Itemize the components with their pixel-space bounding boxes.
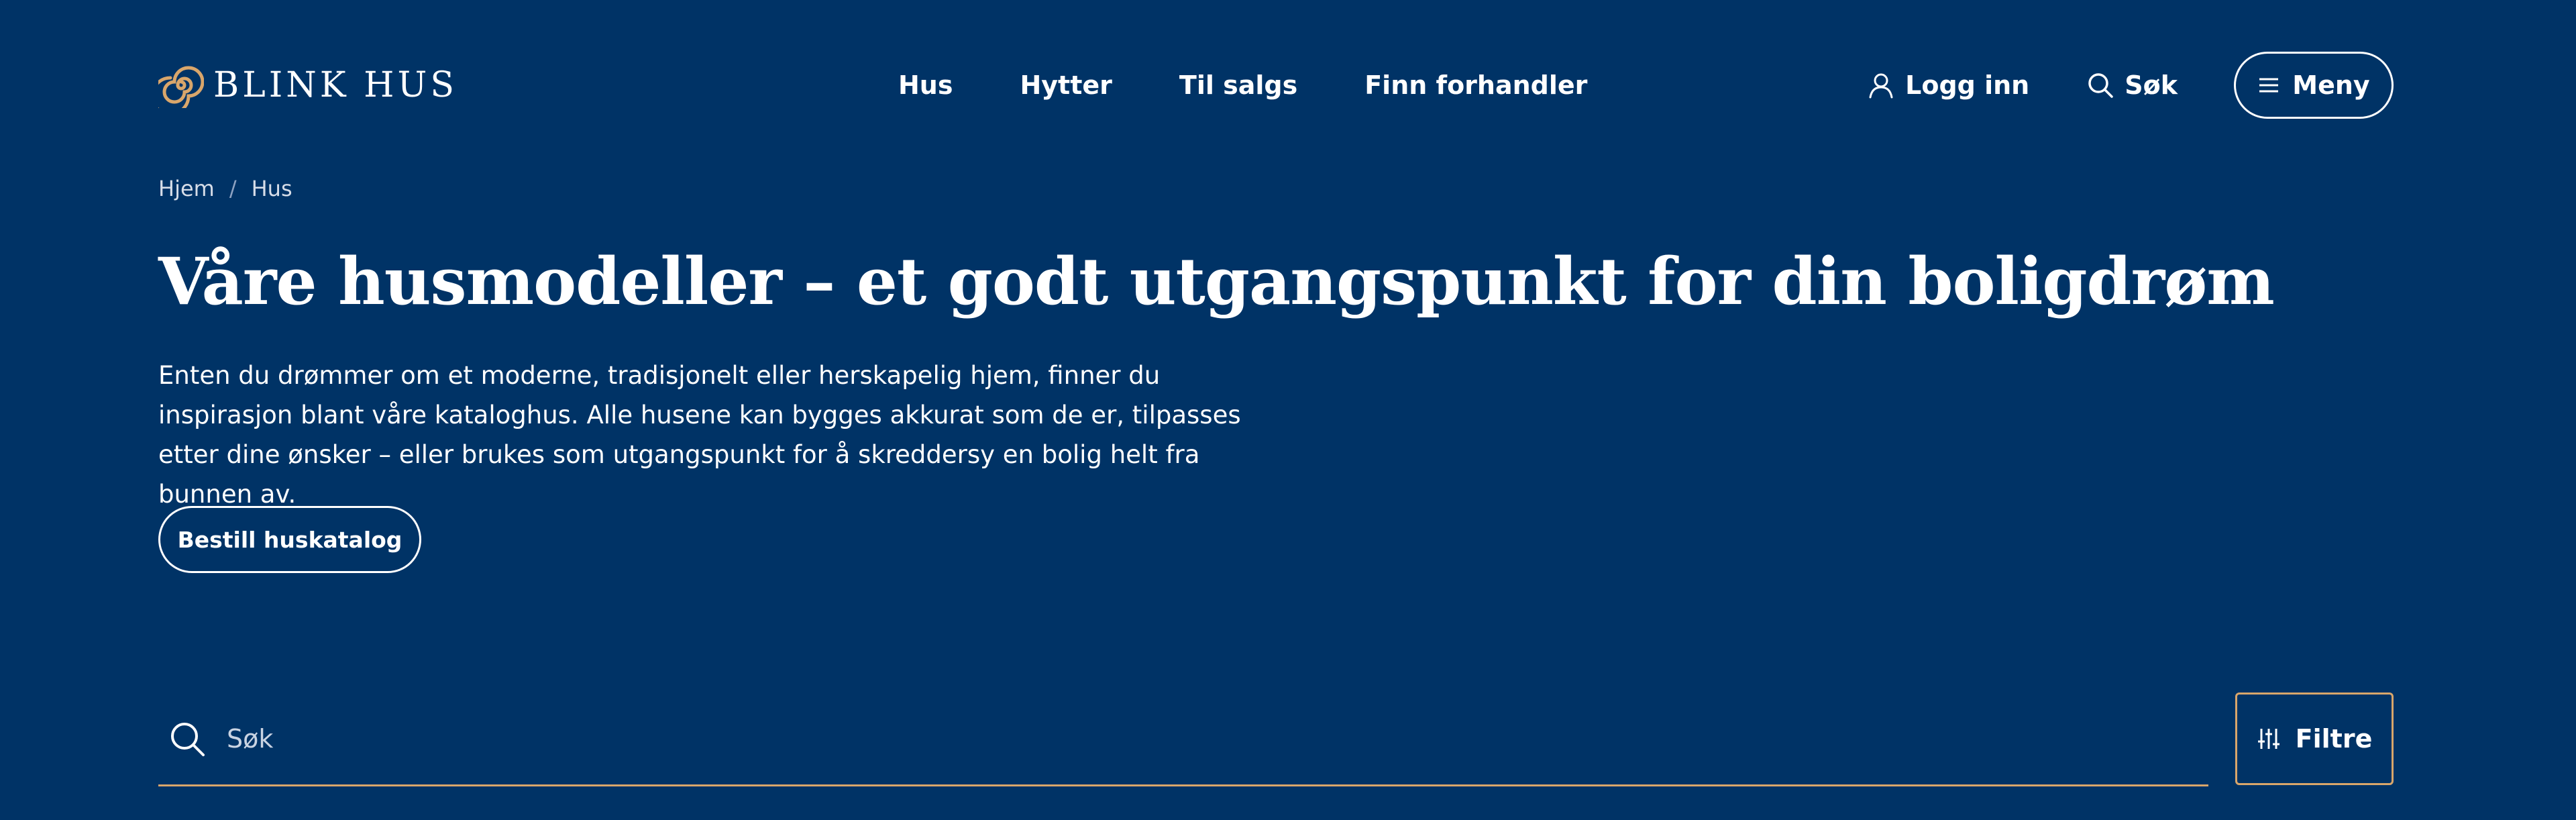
logo[interactable]: BLINK HUS <box>158 60 458 111</box>
nav-item-finn-forhandler[interactable]: Finn forhandler <box>1364 70 1587 100</box>
filter-label: Filtre <box>2295 724 2373 754</box>
login-label: Logg inn <box>1905 70 2030 100</box>
breadcrumb-separator: / <box>229 176 237 201</box>
search-label: Søk <box>2125 70 2178 100</box>
nav-item-til-salgs[interactable]: Til salgs <box>1179 70 1297 100</box>
nav-item-hytter[interactable]: Hytter <box>1020 70 1112 100</box>
brand-name: BLINK HUS <box>213 65 458 105</box>
sliders-icon <box>2257 729 2279 749</box>
order-catalog-button[interactable]: Bestill huskatalog <box>158 506 421 573</box>
filter-button[interactable]: Filtre <box>2235 693 2394 785</box>
nav-item-hus[interactable]: Hus <box>898 70 953 100</box>
breadcrumb: Hjem / Hus <box>158 176 292 201</box>
search-icon <box>171 722 205 756</box>
site-header: BLINK HUS Hus Hytter Til salgs Finn forh… <box>158 51 2394 119</box>
breadcrumb-current: Hus <box>251 176 292 201</box>
intro-text: Enten du drømmer om et moderne, tradisjo… <box>158 361 1241 509</box>
search-icon <box>2088 73 2113 98</box>
hamburger-icon <box>2259 78 2279 93</box>
spiral-logo-icon <box>158 66 204 108</box>
search-bar <box>158 693 2208 786</box>
search-input[interactable] <box>227 723 2105 754</box>
header-search-button[interactable]: Søk <box>2086 70 2178 100</box>
user-icon <box>1869 73 1893 99</box>
page-title: Våre husmodeller – et godt utgangspunkt … <box>158 244 2275 319</box>
main-nav: Hus Hytter Til salgs Finn forhandler <box>898 51 1587 119</box>
breadcrumb-home[interactable]: Hjem <box>158 176 215 201</box>
header-actions: Logg inn Søk Meny <box>1866 51 2394 119</box>
login-button[interactable]: Logg inn <box>1866 70 2029 100</box>
menu-button[interactable]: Meny <box>2234 52 2394 119</box>
menu-label: Meny <box>2292 70 2370 100</box>
